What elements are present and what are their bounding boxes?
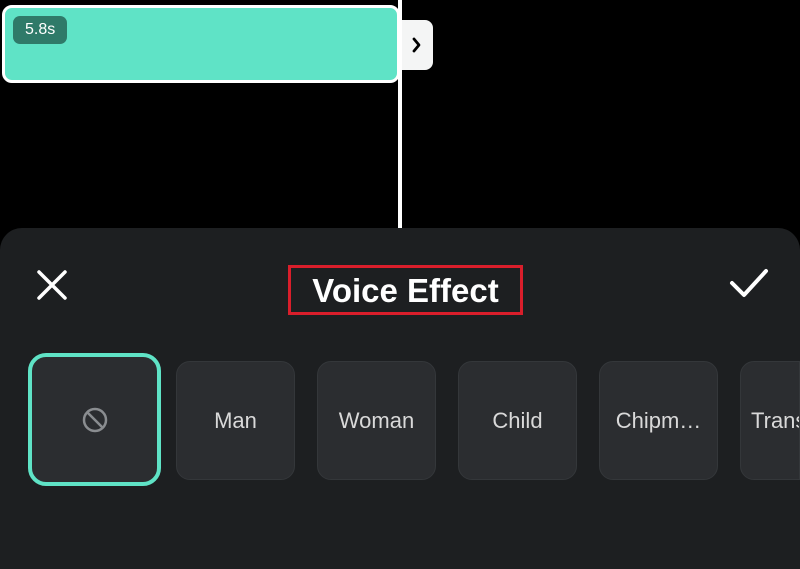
effect-chipmunk[interactable]: Chipm… [599, 361, 718, 480]
playhead[interactable] [398, 0, 402, 232]
clip-trim-handle[interactable] [401, 20, 433, 70]
effect-woman[interactable]: Woman [317, 361, 436, 480]
effect-label: Trans [751, 407, 799, 433]
close-icon [37, 270, 67, 300]
effect-child[interactable]: Child [458, 361, 577, 480]
effect-none[interactable] [28, 353, 161, 486]
none-icon [82, 407, 107, 432]
voice-effect-panel: Voice Effect Man Woman Child Chipm… Tran… [0, 228, 800, 569]
close-button[interactable] [30, 263, 74, 307]
effect-man[interactable]: Man [176, 361, 295, 480]
panel-title: Voice Effect [312, 271, 499, 309]
effect-trans[interactable]: Trans [740, 361, 800, 480]
confirm-button[interactable] [724, 261, 774, 305]
effect-label: Woman [338, 407, 415, 433]
checkmark-icon [730, 269, 768, 297]
audio-clip[interactable]: 5.8s [2, 5, 400, 83]
title-highlight: Voice Effect [288, 265, 523, 315]
effect-list[interactable]: Man Woman Child Chipm… Trans [0, 351, 800, 491]
clip-duration-badge: 5.8s [13, 16, 68, 44]
effect-label: Child [492, 407, 543, 433]
effect-label: Man [214, 407, 257, 433]
effect-label: Chipm… [615, 407, 702, 433]
chevron-right-icon [412, 37, 421, 53]
timeline: 5.8s [0, 0, 800, 232]
